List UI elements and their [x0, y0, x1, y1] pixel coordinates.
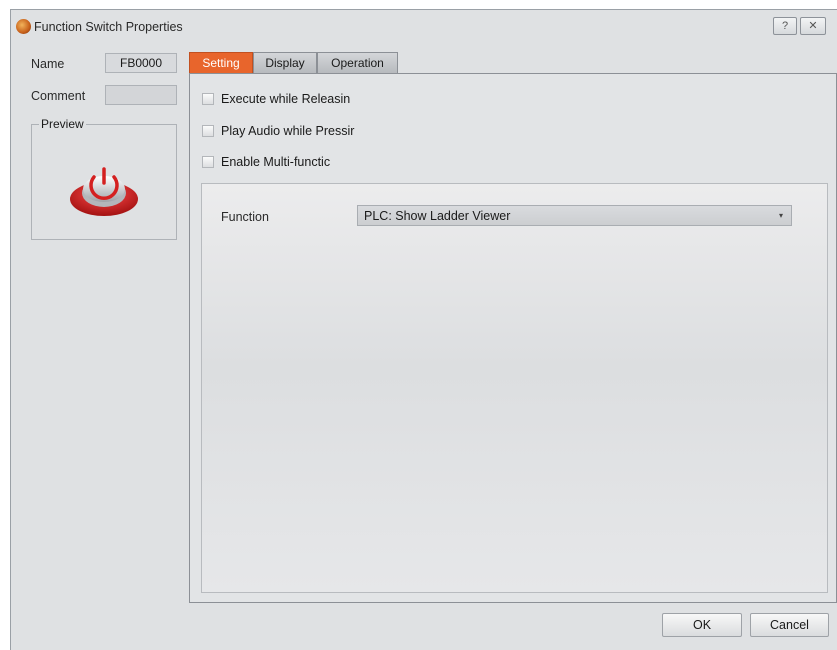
- help-button[interactable]: ?: [773, 17, 797, 35]
- title-bar: Function Switch Properties ? ✕: [11, 10, 837, 40]
- ok-button[interactable]: OK: [662, 613, 742, 637]
- power-button-icon: [70, 167, 138, 216]
- enable-multi-function-label: Enable Multi-functic: [221, 155, 331, 169]
- function-label: Function: [221, 210, 269, 224]
- app-icon: [16, 19, 31, 34]
- comment-field[interactable]: [105, 85, 177, 105]
- function-group: Function PLC: Show Ladder Viewer ▾: [201, 183, 828, 593]
- function-switch-properties-dialog: Function Switch Properties ? ✕ Name FB00…: [10, 9, 837, 650]
- tab-display[interactable]: Display: [253, 52, 317, 73]
- execute-while-releasing-label: Execute while Releasin: [221, 92, 351, 106]
- execute-while-releasing-checkbox[interactable]: [202, 93, 214, 105]
- preview-group: Preview: [31, 117, 177, 240]
- comment-label: Comment: [31, 89, 86, 103]
- play-audio-label: Play Audio while Pressir: [221, 124, 355, 138]
- name-label: Name: [31, 57, 65, 71]
- enable-multi-function-checkbox[interactable]: [202, 156, 214, 168]
- preview-label: Preview: [39, 117, 86, 131]
- tab-setting[interactable]: Setting: [189, 52, 253, 73]
- window-title: Function Switch Properties: [34, 20, 183, 34]
- tab-operation[interactable]: Operation: [317, 52, 398, 73]
- setting-panel: Execute while Releasin Play Audio while …: [189, 73, 837, 603]
- function-value: PLC: Show Ladder Viewer: [364, 209, 511, 223]
- function-dropdown[interactable]: PLC: Show Ladder Viewer ▾: [357, 205, 792, 226]
- close-button[interactable]: ✕: [800, 17, 826, 35]
- name-field[interactable]: FB0000: [105, 53, 177, 73]
- cancel-button[interactable]: Cancel: [750, 613, 829, 637]
- chevron-down-icon[interactable]: ▾: [775, 208, 787, 223]
- play-audio-checkbox[interactable]: [202, 125, 214, 137]
